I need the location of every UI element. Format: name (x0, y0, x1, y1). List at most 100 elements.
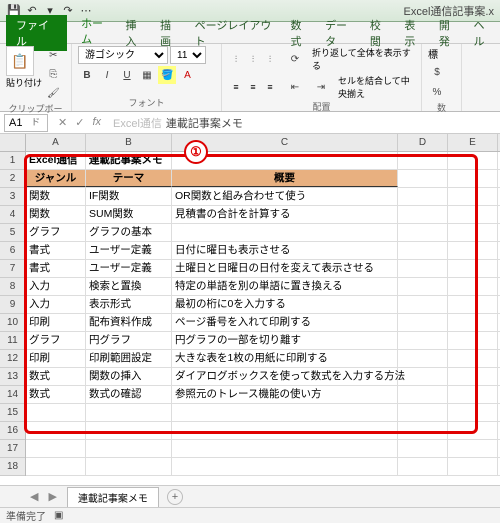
cell[interactable] (398, 332, 448, 349)
cell[interactable] (86, 440, 172, 457)
cell[interactable] (448, 278, 498, 295)
cell[interactable] (398, 188, 448, 205)
cell[interactable] (448, 368, 498, 385)
formula-input[interactable]: Excel通信 連載記事案メモ (113, 115, 500, 131)
copy-icon[interactable]: ⎘ (44, 65, 63, 83)
cell[interactable]: 日付に曜日も表示させる (172, 242, 398, 259)
cell[interactable] (448, 332, 498, 349)
cell[interactable] (448, 314, 498, 331)
cell[interactable] (26, 458, 86, 475)
cell[interactable] (448, 296, 498, 313)
cell[interactable]: グラフ (26, 332, 86, 349)
cell[interactable] (172, 440, 398, 457)
indent-left-icon[interactable]: ⇤ (286, 78, 304, 96)
align-left-icon[interactable]: ≡ (228, 80, 244, 94)
cell[interactable]: SUM関数 (86, 206, 172, 223)
col-header[interactable]: D (398, 134, 448, 151)
row-header[interactable]: 14 (0, 386, 25, 404)
row-header[interactable]: 17 (0, 440, 25, 458)
row-header[interactable]: 4 (0, 206, 25, 224)
row-header[interactable]: 1 (0, 152, 25, 170)
fx-icon[interactable]: fx (92, 116, 101, 129)
cell[interactable] (448, 422, 498, 439)
cell[interactable] (448, 224, 498, 241)
cell[interactable]: 印刷範囲設定 (86, 350, 172, 367)
cell[interactable] (398, 242, 448, 259)
select-all-corner[interactable] (0, 134, 26, 151)
cell[interactable]: ジャンル (26, 170, 86, 187)
cell[interactable] (172, 404, 398, 421)
font-size-select[interactable]: 11 (170, 46, 206, 64)
cell[interactable] (86, 458, 172, 475)
cell[interactable] (398, 314, 448, 331)
col-header[interactable]: E (448, 134, 498, 151)
cell[interactable] (448, 458, 498, 475)
cell[interactable]: 検索と置換 (86, 278, 172, 295)
cell[interactable]: ユーザー定義 (86, 242, 172, 259)
cell[interactable] (172, 224, 398, 241)
cell[interactable] (448, 206, 498, 223)
indent-right-icon[interactable]: ⇥ (312, 78, 330, 96)
cell[interactable]: Excel通信 (26, 152, 86, 169)
cell[interactable] (172, 458, 398, 475)
cut-icon[interactable]: ✂ (44, 46, 63, 64)
cell[interactable]: グラフ (26, 224, 86, 241)
macro-record-icon[interactable]: ▣ (54, 510, 63, 521)
cell[interactable]: 関数の挿入 (86, 368, 172, 385)
row-header[interactable]: 11 (0, 332, 25, 350)
cell[interactable] (86, 404, 172, 421)
align-middle-icon[interactable]: ⫶ (245, 52, 261, 66)
col-header[interactable]: B (86, 134, 172, 151)
number-format-std[interactable]: 標 (428, 46, 455, 61)
tab-nav-prev-icon[interactable]: ◀ (30, 490, 38, 503)
cell[interactable] (26, 404, 86, 421)
add-sheet-button[interactable]: + (167, 489, 183, 505)
cell[interactable]: ユーザー定義 (86, 260, 172, 277)
cell[interactable]: ページ番号を入れて印刷する (172, 314, 398, 331)
cell[interactable]: 配布資料作成 (86, 314, 172, 331)
cell[interactable] (398, 170, 448, 187)
cell[interactable] (398, 296, 448, 313)
font-color-button[interactable]: A (178, 66, 196, 84)
cell[interactable]: 土曜日と日曜日の日付を変えて表示させる (172, 260, 398, 277)
cell[interactable] (398, 224, 448, 241)
cell[interactable] (398, 278, 448, 295)
name-box[interactable]: A1 (4, 114, 48, 132)
cell[interactable]: 数式の確認 (86, 386, 172, 403)
cell[interactable] (26, 422, 86, 439)
cell[interactable]: 大きな表を1枚の用紙に印刷する (172, 350, 398, 367)
currency-icon[interactable]: $ (428, 63, 446, 81)
cell[interactable] (448, 242, 498, 259)
cancel-icon[interactable]: ✕ (58, 116, 67, 129)
cell[interactable]: グラフの基本 (86, 224, 172, 241)
cell[interactable] (448, 404, 498, 421)
cell[interactable]: 参照元のトレース機能の使い方 (172, 386, 398, 403)
cell[interactable] (398, 386, 448, 403)
border-button[interactable]: ▦ (138, 66, 156, 84)
row-header[interactable]: 9 (0, 296, 25, 314)
cell[interactable] (448, 350, 498, 367)
cell[interactable]: 印刷 (26, 314, 86, 331)
cell[interactable] (448, 260, 498, 277)
cell[interactable]: 入力 (26, 278, 86, 295)
cell[interactable]: 数式 (26, 386, 86, 403)
row-header[interactable]: 8 (0, 278, 25, 296)
font-name-select[interactable]: 游ゴシック (78, 46, 168, 64)
align-bottom-icon[interactable]: ⫶ (262, 52, 278, 66)
italic-button[interactable]: I (98, 66, 116, 84)
cell[interactable] (448, 188, 498, 205)
cell[interactable] (448, 440, 498, 457)
row-header[interactable]: 3 (0, 188, 25, 206)
cell[interactable]: 入力 (26, 296, 86, 313)
cell[interactable] (398, 260, 448, 277)
percent-icon[interactable]: % (428, 83, 446, 101)
cell[interactable]: IF関数 (86, 188, 172, 205)
align-right-icon[interactable]: ≡ (262, 80, 278, 94)
cell[interactable]: 書式 (26, 260, 86, 277)
row-header[interactable]: 18 (0, 458, 25, 476)
row-header[interactable]: 12 (0, 350, 25, 368)
row-header[interactable]: 2 (0, 170, 25, 188)
row-header[interactable]: 16 (0, 422, 25, 440)
cell[interactable] (448, 170, 498, 187)
row-header[interactable]: 15 (0, 404, 25, 422)
